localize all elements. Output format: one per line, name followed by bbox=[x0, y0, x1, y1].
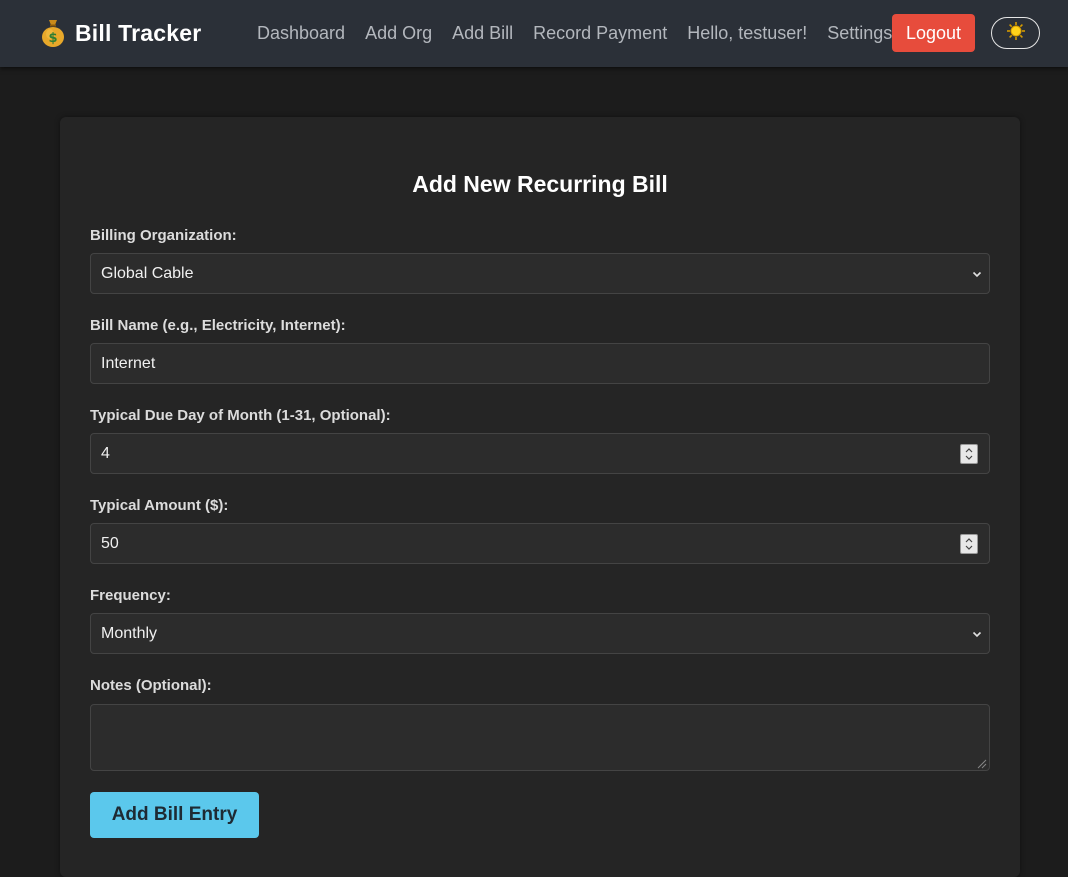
due-day-input[interactable]: 4 bbox=[90, 433, 990, 474]
chevron-down-icon bbox=[971, 627, 983, 639]
number-spinner-icon[interactable] bbox=[960, 444, 978, 464]
billing-org-select[interactable]: Global Cable bbox=[90, 253, 990, 294]
bill-name-value: Internet bbox=[101, 354, 156, 372]
number-spinner-icon[interactable] bbox=[960, 534, 978, 554]
nav-add-org-link[interactable]: Add Org bbox=[365, 23, 432, 44]
bill-name-input[interactable]: Internet bbox=[90, 343, 990, 384]
navbar: $ Bill Tracker Dashboard Add Org Add Bil… bbox=[0, 0, 1068, 67]
amount-value: 50 bbox=[101, 534, 119, 552]
notes-label: Notes (Optional): bbox=[90, 677, 212, 694]
app-title: Bill Tracker bbox=[75, 19, 202, 46]
logout-button[interactable]: Logout bbox=[892, 14, 975, 52]
frequency-select[interactable]: Monthly bbox=[90, 613, 990, 654]
add-bill-card: Add New Recurring Bill Billing Organizat… bbox=[60, 117, 1020, 877]
amount-label: Typical Amount ($): bbox=[90, 497, 229, 514]
notes-textarea[interactable] bbox=[90, 704, 990, 771]
user-greeting: Hello, testuser! bbox=[687, 23, 808, 43]
page-title: Add New Recurring Bill bbox=[412, 171, 668, 197]
nav-settings-link[interactable]: Settings bbox=[827, 23, 892, 44]
chevron-down-icon bbox=[971, 267, 983, 279]
nav-record-payment-link[interactable]: Record Payment bbox=[533, 23, 667, 44]
amount-input[interactable]: 50 bbox=[90, 523, 990, 564]
resize-grip-icon[interactable] bbox=[975, 756, 987, 769]
due-day-value: 4 bbox=[101, 444, 110, 462]
add-bill-entry-button[interactable]: Add Bill Entry bbox=[90, 792, 259, 838]
nav-dashboard-link[interactable]: Dashboard bbox=[257, 23, 345, 44]
frequency-value: Monthly bbox=[101, 624, 158, 642]
frequency-label: Frequency: bbox=[90, 587, 171, 604]
billing-org-label: Billing Organization: bbox=[90, 227, 237, 244]
due-day-label: Typical Due Day of Month (1-31, Optional… bbox=[90, 407, 391, 424]
brand[interactable]: $ Bill Tracker bbox=[40, 18, 201, 48]
money-bag-icon: $ bbox=[40, 18, 66, 48]
bill-name-label: Bill Name (e.g., Electricity, Internet): bbox=[90, 317, 346, 334]
billing-org-value: Global Cable bbox=[101, 264, 194, 282]
theme-toggle-button[interactable] bbox=[991, 17, 1040, 49]
nav-links: Dashboard Add Org Add Bill Record Paymen… bbox=[257, 0, 912, 67]
nav-add-bill-link[interactable]: Add Bill bbox=[452, 23, 513, 44]
sun-icon bbox=[1006, 21, 1026, 46]
svg-text:$: $ bbox=[48, 31, 57, 46]
